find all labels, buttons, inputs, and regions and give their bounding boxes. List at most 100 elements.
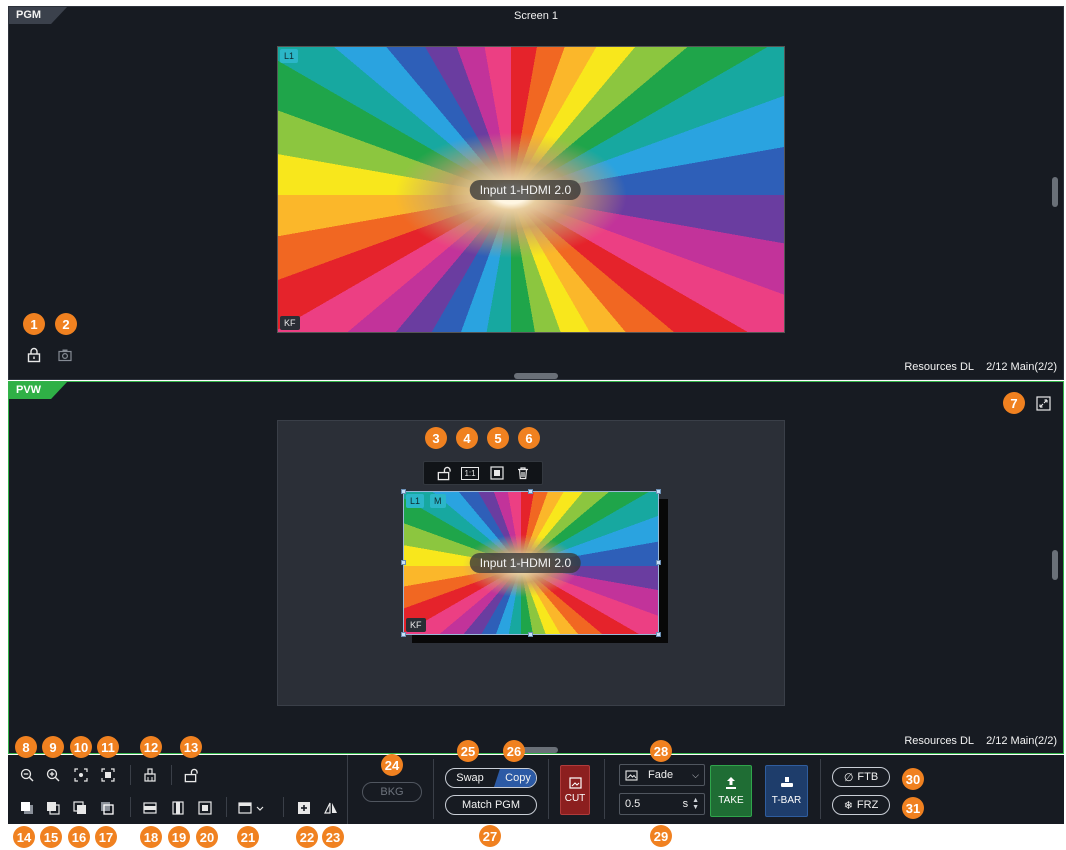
callout-badge: 21 <box>237 826 259 848</box>
send-to-back-icon[interactable] <box>98 799 116 817</box>
resources-label: Resources DL <box>904 735 975 747</box>
fit-window-icon[interactable] <box>99 766 117 784</box>
resize-handle[interactable] <box>528 632 533 637</box>
take-button[interactable]: TAKE <box>710 765 752 817</box>
pgm-video-preview[interactable]: L1 KF Input 1-HDMI 2.0 <box>277 46 785 333</box>
frz-label: FRZ <box>856 799 879 811</box>
mirror-icon[interactable] <box>322 799 340 817</box>
callout-badge: 1 <box>23 313 45 335</box>
full-fill-icon[interactable] <box>196 799 214 817</box>
callout-badge: 27 <box>479 825 501 847</box>
callout-badge: 20 <box>196 826 218 848</box>
lock-icon[interactable] <box>25 346 43 364</box>
bkg-button[interactable]: BKG <box>362 782 422 802</box>
cut-label: CUT <box>564 792 586 804</box>
fit-center-icon[interactable] <box>72 766 90 784</box>
pvw-resources: Resources DL 2/12 Main(2/2) <box>904 735 1057 747</box>
resize-handle[interactable] <box>656 489 661 494</box>
divider <box>171 765 172 785</box>
callout-badge: 17 <box>95 826 117 848</box>
layer-toolbar: 1:1 <box>423 461 543 485</box>
callout-badge: 11 <box>97 736 119 758</box>
screen-title: Screen 1 <box>513 10 559 22</box>
match-pgm-button[interactable]: Match PGM <box>445 795 537 815</box>
add-layer-icon[interactable] <box>295 799 313 817</box>
callout-badge: 7 <box>1003 392 1025 414</box>
resources-label: Resources DL <box>904 361 975 373</box>
pvw-tag: PVW <box>9 382 67 399</box>
divider <box>548 759 549 819</box>
swap-button[interactable]: Swap <box>446 769 494 787</box>
callout-badge: 16 <box>68 826 90 848</box>
fill-screen-icon[interactable] <box>488 464 506 482</box>
unlock-icon[interactable] <box>434 464 452 482</box>
clear-layers-icon[interactable] <box>141 766 159 784</box>
callout-badge: 8 <box>15 736 37 758</box>
resize-handle[interactable] <box>401 632 406 637</box>
ratio-label: 1:1 <box>461 466 479 480</box>
chevron-down-icon: ⌵ <box>692 769 699 780</box>
pvw-layer-window[interactable]: L1 M KF Input 1-HDMI 2.0 <box>401 489 661 637</box>
layout-dropdown[interactable] <box>237 799 267 817</box>
source-label: Input 1-HDMI 2.0 <box>469 553 582 573</box>
resize-handle[interactable] <box>401 489 406 494</box>
resize-handle[interactable] <box>656 632 661 637</box>
divider <box>226 797 227 817</box>
pgm-panel: PGM Screen 1 L1 KF Input 1-HDMI 2.0 Reso… <box>8 6 1064 380</box>
tbar-button[interactable]: T-BAR <box>765 765 808 817</box>
callout-badge: 14 <box>13 826 35 848</box>
take-label: TAKE <box>718 795 744 806</box>
callout-badge: 15 <box>40 826 62 848</box>
zoom-out-icon[interactable] <box>18 766 36 784</box>
bring-forward-icon[interactable] <box>44 799 62 817</box>
unlock-all-icon[interactable] <box>181 766 199 784</box>
resize-handle[interactable] <box>401 560 406 565</box>
callout-badge: 9 <box>42 736 64 758</box>
delete-icon[interactable] <box>514 464 532 482</box>
divider <box>283 797 284 817</box>
callout-badge: 5 <box>487 427 509 449</box>
keyframe-chip: KF <box>280 316 300 330</box>
transition-duration-input[interactable]: 0.5 s ▲ ▼ <box>619 793 705 815</box>
horizontal-fill-icon[interactable] <box>141 799 159 817</box>
resources-value: 2/12 Main(2/2) <box>986 735 1057 747</box>
pvw-canvas[interactable]: 1:1 L1 M KF Input 1-HDMI 2.0 <box>277 420 785 706</box>
divider <box>820 759 821 819</box>
chevron-up-icon[interactable]: ▲ <box>692 797 699 804</box>
frz-button[interactable]: ❄ FRZ <box>832 795 890 815</box>
pvw-scrollbar[interactable] <box>1052 550 1058 580</box>
copy-button[interactable]: Copy <box>494 769 536 787</box>
ftb-button[interactable]: ∅ FTB <box>832 767 890 787</box>
cut-button[interactable]: CUT <box>560 765 590 815</box>
callout-badge: 18 <box>140 826 162 848</box>
source-label: Input 1-HDMI 2.0 <box>469 179 582 200</box>
callout-badge: 25 <box>457 740 479 762</box>
callout-badge: 13 <box>180 736 202 758</box>
resize-handle[interactable] <box>528 489 533 494</box>
camera-icon[interactable] <box>56 346 74 364</box>
divider <box>130 765 131 785</box>
divider <box>604 759 605 819</box>
image-icon <box>625 769 638 781</box>
resize-handle[interactable] <box>656 560 661 565</box>
send-backward-icon[interactable] <box>71 799 89 817</box>
callout-badge: 4 <box>456 427 478 449</box>
callout-badge: 3 <box>425 427 447 449</box>
callout-badge: 12 <box>140 736 162 758</box>
bring-to-front-icon[interactable] <box>18 799 36 817</box>
vertical-fill-icon[interactable] <box>169 799 187 817</box>
zoom-in-icon[interactable] <box>44 766 62 784</box>
duration-unit: s <box>682 798 689 810</box>
duration-stepper[interactable]: ▲ ▼ <box>692 797 699 811</box>
transition-duration-value: 0.5 <box>625 798 641 810</box>
pgm-resize-handle[interactable] <box>514 373 558 379</box>
swap-copy-toggle: Swap Copy <box>445 768 537 788</box>
callout-badge: 6 <box>518 427 540 449</box>
transition-effect-select[interactable]: Fade ⌵ <box>619 764 705 786</box>
fullscreen-icon[interactable] <box>1034 394 1052 412</box>
pgm-resources: Resources DL 2/12 Main(2/2) <box>904 361 1057 373</box>
callout-badge: 24 <box>381 754 403 776</box>
pgm-scrollbar[interactable] <box>1052 177 1058 207</box>
chevron-down-icon[interactable]: ▼ <box>692 804 699 811</box>
ratio-1-1-icon[interactable]: 1:1 <box>460 464 480 482</box>
